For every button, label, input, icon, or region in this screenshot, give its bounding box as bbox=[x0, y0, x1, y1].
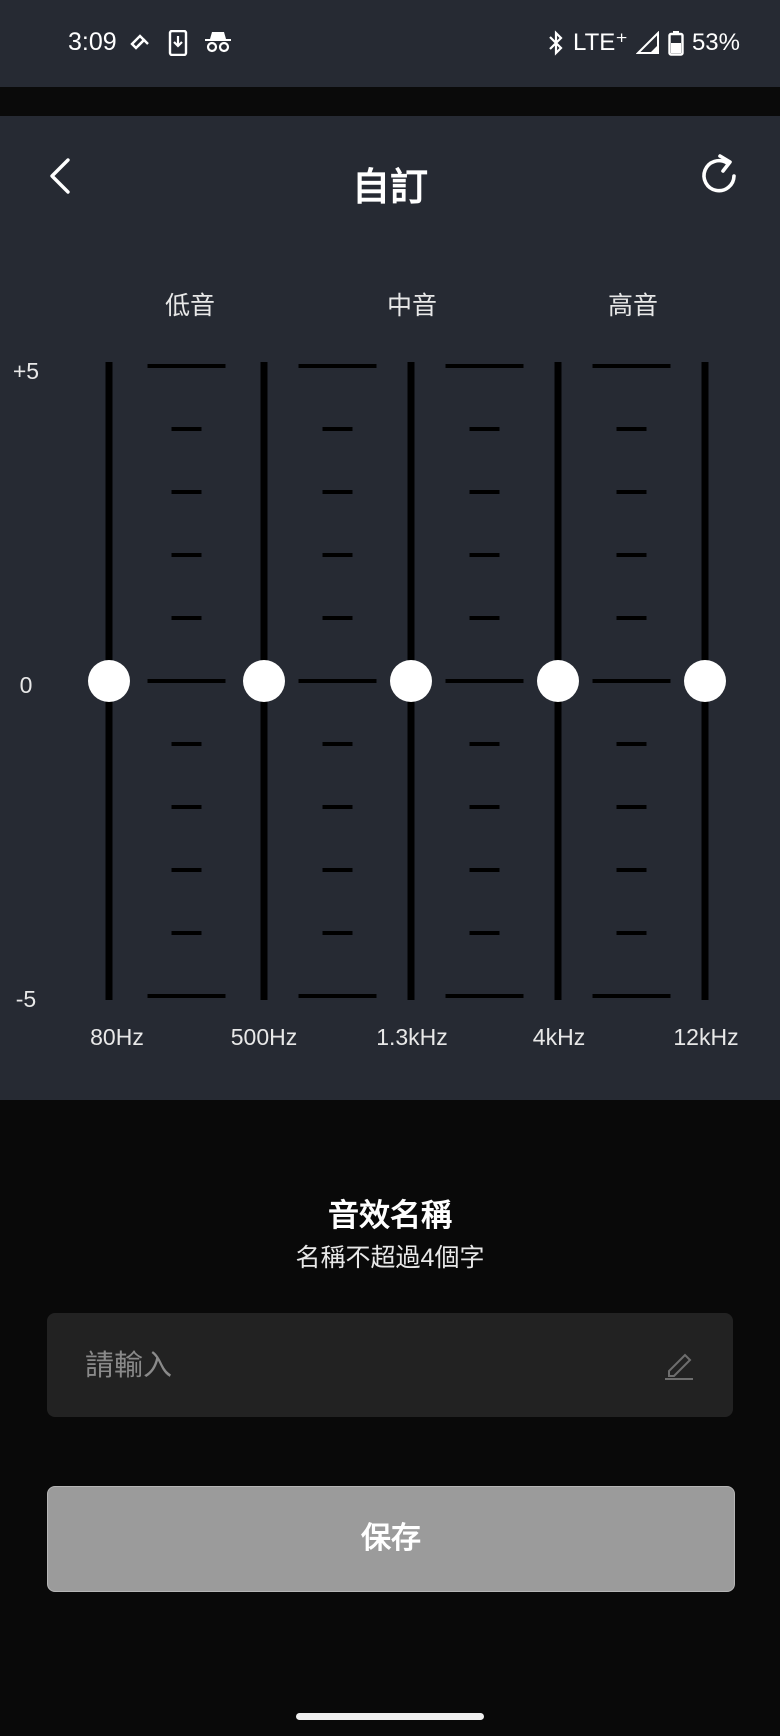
freq-label-80hz: 80Hz bbox=[90, 1024, 144, 1050]
status-right: LTE⁺ 53% bbox=[547, 28, 740, 57]
preset-name-title: 音效名稱 bbox=[328, 1198, 452, 1233]
status-bar: 3:09 LTE⁺ 53% bbox=[0, 0, 780, 87]
status-time: 3:09 bbox=[68, 28, 117, 56]
slider-knob-3[interactable] bbox=[537, 660, 579, 702]
download-icon bbox=[168, 30, 188, 56]
home-indicator[interactable] bbox=[296, 1713, 484, 1720]
freq-label-1-3khz: 1.3kHz bbox=[376, 1024, 448, 1050]
freq-label-500hz: 500Hz bbox=[230, 1024, 298, 1050]
battery-percent: 53% bbox=[691, 28, 740, 56]
incognito-icon bbox=[205, 32, 231, 53]
drive-sync-icon bbox=[130, 34, 149, 50]
freq-label-4khz: 4kHz bbox=[532, 1024, 586, 1050]
equalizer-panel: 自訂 低音 中音 高音 +5 0 -5 80Hz 500Hz 1.3kHz 4k… bbox=[0, 116, 780, 1100]
preset-name-hint: 名稱不超過4個字 bbox=[295, 1244, 485, 1272]
slider-knob-4[interactable] bbox=[684, 660, 726, 702]
slider-knob-0[interactable] bbox=[88, 660, 130, 702]
freq-label-12khz: 12kHz bbox=[673, 1024, 739, 1050]
signal-icon bbox=[635, 30, 659, 54]
status-divider bbox=[0, 87, 780, 116]
battery-icon bbox=[668, 30, 684, 56]
preset-name-input[interactable] bbox=[83, 1313, 647, 1419]
eq-sliders bbox=[88, 362, 726, 1000]
edit-icon bbox=[665, 1353, 693, 1380]
slider-knob-2[interactable] bbox=[390, 660, 432, 702]
preset-name-field bbox=[47, 1313, 733, 1419]
slider-knob-1[interactable] bbox=[243, 660, 285, 702]
bluetooth-icon bbox=[549, 29, 563, 56]
save-button[interactable]: 保存 bbox=[47, 1486, 735, 1592]
network-type: LTE⁺ bbox=[573, 29, 628, 56]
